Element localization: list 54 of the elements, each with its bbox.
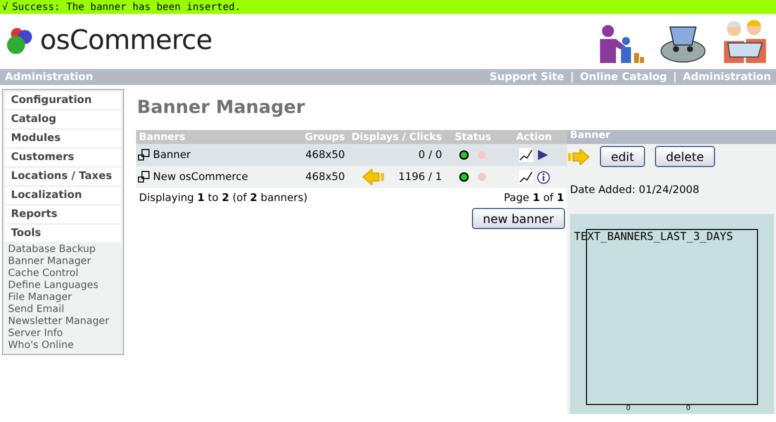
sidebar-link[interactable]: Send Email: [5, 304, 121, 316]
column-header: Displays / Clicks: [350, 132, 443, 142]
check-icon: √: [2, 2, 8, 12]
sidebar-group[interactable]: Customers: [5, 149, 121, 166]
column-header: Groups: [304, 132, 346, 142]
window-icon[interactable]: [138, 171, 150, 183]
sidebar-link[interactable]: Banner Manager: [5, 256, 121, 268]
link-separator: |: [570, 71, 574, 83]
info-icon[interactable]: [536, 170, 550, 184]
sidebar-group[interactable]: Modules: [5, 130, 121, 147]
sidebar-link[interactable]: Newsletter Manager: [5, 316, 121, 328]
pointer-arrow-icon: [568, 148, 590, 164]
pagination-summary: Displaying 1 to 2 (of 2 banners): [139, 192, 308, 204]
column-header: Action: [515, 132, 553, 142]
sidebar-link[interactable]: File Manager: [5, 292, 121, 304]
sidebar-link[interactable]: Who's Online: [5, 340, 121, 352]
edit-button[interactable]: edit: [600, 146, 646, 167]
column-header: Status: [454, 132, 492, 142]
sidebar-link[interactable]: Database Backup: [5, 244, 121, 256]
sidebar-group[interactable]: Configuration: [5, 92, 121, 109]
sidebar-link[interactable]: Define Languages: [5, 280, 121, 292]
active-status-icon[interactable]: [459, 172, 469, 182]
panel-header: Banner: [567, 130, 776, 144]
table-cell: 1196 / 1: [398, 171, 442, 183]
column-header: Banners: [138, 132, 186, 142]
sidebar-link[interactable]: Cache Control: [5, 268, 121, 280]
banner-name: New osCommerce: [153, 171, 248, 183]
sidebar-group[interactable]: Locations / Taxes: [5, 168, 121, 185]
date-added: Date Added: 01/24/2008: [570, 184, 700, 196]
sidebar-group[interactable]: Catalog: [5, 111, 121, 128]
table-row[interactable]: New osCommerce 468x50 1196 / 1: [136, 166, 567, 188]
sidebar-group[interactable]: Tools: [5, 225, 121, 242]
page-indicator: Page 1 of 1: [504, 192, 564, 204]
chart-icon[interactable]: [518, 170, 532, 184]
header-title: Administration: [5, 71, 94, 83]
table-row[interactable]: Banner 468x50 0 / 0: [136, 144, 567, 166]
chart-icon[interactable]: [519, 148, 533, 162]
sidebar-group[interactable]: Localization: [5, 187, 121, 204]
sidebar-group[interactable]: Reports: [5, 206, 121, 223]
pointer-arrow-icon: [362, 169, 384, 185]
table-cell: 0 / 0: [418, 149, 442, 161]
banner-name: Banner: [153, 149, 191, 161]
link-separator: |: [673, 71, 677, 83]
table-cell-text: 468x50: [304, 149, 346, 161]
window-icon[interactable]: [138, 149, 150, 161]
message-text: Success: The banner has been inserted.: [12, 2, 241, 12]
table-cell-text: 468x50: [304, 171, 346, 183]
new-banner-button[interactable]: new banner: [472, 208, 565, 229]
active-status-icon[interactable]: [459, 150, 469, 160]
sidebar-link[interactable]: Server Info: [5, 328, 121, 340]
delete-button[interactable]: delete: [655, 146, 715, 167]
page-title: Banner Manager: [137, 97, 306, 118]
logo-text: osCommerce: [40, 25, 212, 56]
play-icon: [537, 149, 549, 161]
